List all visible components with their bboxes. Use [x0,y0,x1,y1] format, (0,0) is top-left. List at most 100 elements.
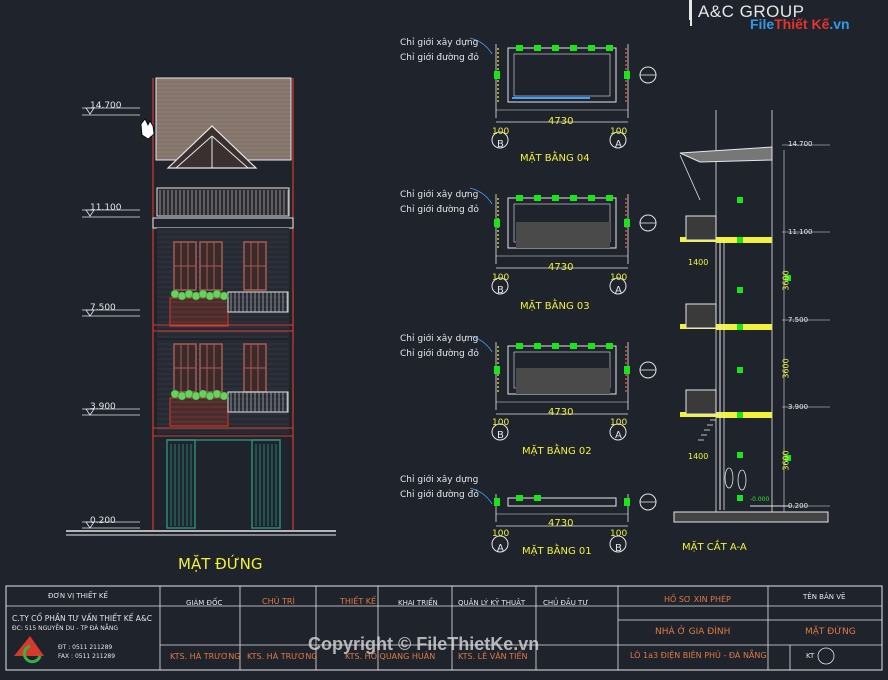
column-marker [494,498,500,506]
plan02-width-dim: 4730 [548,407,574,418]
column-marker [624,498,630,506]
tb-phone: ĐT : 0511 211289 [58,644,113,651]
column-marker [606,343,613,349]
column-marker [494,366,500,374]
elevation-level-3: 7.500 [90,303,116,313]
plan02-side-dim-right: 100 [610,418,628,428]
tb-project: NHÀ Ở GIA ĐÌNH [655,627,731,637]
plan02-boundary-1: Chỉ giới xây dựng [400,334,479,344]
column-marker [606,195,613,201]
tb-company: C.TY CỔ PHẦN TƯ VẤN THIẾT KẾ A&C [12,614,153,623]
column-marker [552,343,559,349]
balcony-railing-top [156,187,290,217]
column-marker [516,195,523,201]
section-dim-2: 3600 [781,358,791,379]
section-level-5: 0.200 [788,502,809,510]
section-title: MẶT CẮT A-A [682,542,747,553]
elevation-level-4: 3.900 [90,402,116,412]
tb-chu-dau-tu: CHỦ ĐẦU TƯ [543,599,589,607]
section-subdim-3: 1400 [688,452,709,461]
tb-ho-so: HỒ SƠ XIN PHÉP [664,595,731,604]
section-dim-3: 3600 [781,450,791,471]
tb-don-vi: ĐƠN VỊ THIẾT KẾ [48,592,108,600]
tb-chu-tri: CHỦ TRÌ [262,597,295,606]
elevation-level-5: 0.200 [90,516,116,526]
section-balcony [685,215,717,241]
plan02-axis-left: B [497,430,504,441]
plan03-boundary-2: Chỉ giới đường đỏ [400,205,479,215]
plan01-side-dim-left: 100 [492,529,510,539]
plan02-axis-right: A [615,430,622,441]
column-marker [494,71,500,79]
section-slab [716,237,772,243]
tb-khai-trien: KHAI TRIỂN [398,599,438,607]
plan03-side-dim-left: 100 [492,273,510,283]
plan03-title: MẶT BẰNG 03 [520,301,590,312]
plant-leaf [219,391,229,401]
tb-quan-ly: QUẢN LÝ KỸ THUẬT [458,599,526,607]
plan01-boundary-2: Chỉ giới đường đỏ [400,490,479,500]
column-marker [534,45,541,51]
plan03-width-dim: 4730 [548,262,574,273]
plan-hatch [516,368,610,394]
column-marker [516,45,523,51]
plan01-axis-left: A [497,543,504,554]
section-slab [716,324,772,330]
column-marker [534,343,541,349]
plan01-boundary-1: Chỉ giới xây dựng [400,475,479,485]
column-marker [494,219,500,227]
plan01-axis-right: B [615,543,622,554]
tb-address: ĐC: 515 NGUYỄN DU - TP ĐÀ NẴNG [12,625,118,632]
plan03-axis-right: A [615,285,622,296]
section-balcony [685,389,717,415]
tb-thiet-ke: THIẾT KẾ [340,597,377,606]
column-marker [588,343,595,349]
section-subdim-1: 1400 [688,258,709,267]
plan04-boundary-1: Chỉ giới xây dựng [400,38,479,48]
column-marker [552,45,559,51]
section-marker [737,237,743,243]
plan04-title: MẶT BẰNG 04 [520,153,590,164]
logo-part-3: .vn [829,16,850,32]
copyright-watermark: Copyright © FileThietKe.vn [308,634,540,654]
section-ground [673,511,829,523]
plant-leaf [219,291,229,301]
section-level-4: 3.900 [788,403,809,411]
tb-sheet-code: KT [806,652,815,660]
plan02-boundary-2: Chỉ giới đường đỏ [400,349,479,359]
section-ground-level: -0.000 [750,496,770,503]
section-level-3: 7.500 [788,316,809,324]
column-marker [570,343,577,349]
plan-hatch [516,222,610,248]
plan01-title: MẶT BẰNG 01 [522,546,592,557]
plan04-side-dim-left: 100 [492,127,510,137]
elevation-level-2: 11.100 [90,203,122,213]
column-marker [534,195,541,201]
section-level-2: 11.100 [788,228,813,236]
plan04-boundary-2: Chỉ giới đường đỏ [400,53,479,63]
plan04-width-dim: 4730 [548,116,574,127]
section-marker [737,367,743,373]
column-marker [606,45,613,51]
column-marker [516,495,523,501]
tb-drawing-name: MẶT ĐỨNG [805,627,856,637]
plan04-axis-left: B [497,139,504,150]
tb-location: LÔ 1a3 ĐIỆN BIÊN PHỦ - ĐÀ NẴNG [630,651,767,660]
elevation-title: MẶT ĐỨNG [178,555,263,573]
plan03-side-dim-right: 100 [610,273,628,283]
section-marker [737,287,743,293]
section-level-1: 14.700 [788,140,813,148]
section-marker [737,412,743,418]
column-marker [624,219,630,227]
section-marker [737,197,743,203]
column-marker [570,45,577,51]
logo-part-2: Thiết Kế [774,16,830,32]
column-marker [552,195,559,201]
tb-fax: FAX : 0511 211289 [58,653,116,660]
plan01-width-dim: 4730 [548,518,574,529]
plan03-axis-left: B [497,285,504,296]
filethietke-logo: FileThiết Kế.vn [750,16,850,32]
plan03-boundary-1: Chỉ giới xây dựng [400,190,479,200]
plan04-side-dim-right: 100 [610,127,628,137]
column-marker [570,195,577,201]
